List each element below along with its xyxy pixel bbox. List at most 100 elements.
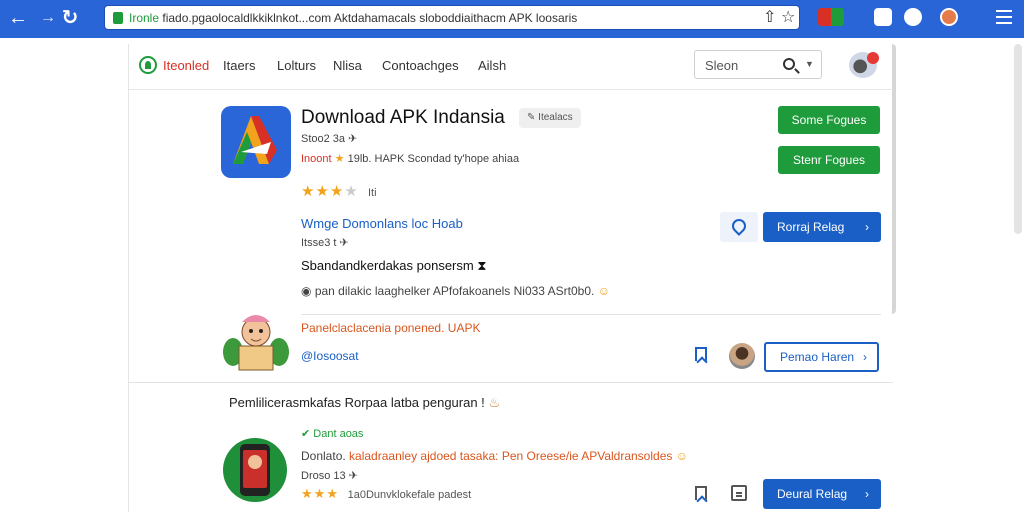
mascot-link[interactable]: @Iosoosat <box>301 349 359 363</box>
section-title[interactable]: Wmge Domonlans loc Hoab <box>301 216 463 231</box>
avatar[interactable] <box>729 343 755 369</box>
second-app-rating: ★★★ 1a0Dunvklokefale padest <box>301 486 471 502</box>
address-bar[interactable]: Ironle fiado.pgaolocaldlkkiklnkot...com … <box>104 5 800 30</box>
url-path: fiado.pgaolocaldlkkiklnkot...com <box>162 11 332 25</box>
browser-toolbar: ← → ↻ Ironle fiado.pgaolocaldlkkiklnkot.… <box>0 0 1024 38</box>
user-avatar[interactable] <box>849 52 879 78</box>
second-app-label-text: Dant aoas <box>313 428 364 440</box>
comment-line: Pemlilicerasmkafas Rorpaa latba penguran… <box>229 395 500 411</box>
rating-text: Iti <box>367 187 377 199</box>
back-arrow-icon[interactable]: ← <box>6 6 30 30</box>
location-icon <box>729 216 749 236</box>
brand-logo-icon <box>139 56 157 74</box>
hourglass-icon: ⧗ <box>477 258 487 273</box>
search-icon[interactable] <box>783 58 795 70</box>
second-app-meta: Droso 13 ✈ <box>301 469 358 482</box>
bookmark-icon[interactable] <box>695 486 707 500</box>
deural-button[interactable]: Deural Relag › <box>763 479 881 509</box>
developer-label[interactable]: Inoont <box>301 153 332 165</box>
star-icon: ★ <box>329 183 345 200</box>
site-header: Iteonled Itaers Lolturs Nlisa Contoachge… <box>129 44 893 90</box>
search-input[interactable]: Sleon ▼ <box>694 50 822 79</box>
phone-app-icon <box>223 438 287 502</box>
profile-avatar[interactable] <box>940 8 958 26</box>
mascot-image <box>223 315 289 371</box>
secondary-button[interactable]: Stenr Fogues <box>778 146 880 174</box>
check-icon: ✔ <box>301 428 311 440</box>
star-icon: ★ <box>313 486 327 501</box>
star-icon: ★ <box>334 153 345 165</box>
extension-shield-icon[interactable] <box>874 8 892 26</box>
second-app-desc-orange: kaladraanley ajdoed tasaka: Pen Oreese/i… <box>349 449 673 463</box>
chevron-right-icon: › <box>865 220 869 234</box>
nav-link-5[interactable]: Ailsh <box>478 58 506 73</box>
document-icon[interactable] <box>731 485 747 501</box>
bookmark-star-icon[interactable]: ☆ <box>781 8 795 28</box>
share-icon[interactable]: ⇧ <box>763 8 776 28</box>
app-meta-text: Stoo2 3a <box>301 133 346 145</box>
pin-icon: ✈ <box>339 237 349 249</box>
second-rating-text: 1a0Dunvklokefale padest <box>347 489 472 501</box>
report-button[interactable]: Rorraj Relag › <box>763 212 881 242</box>
star-icon: ★ <box>315 183 330 200</box>
nav-link-1[interactable]: Itaers <box>223 58 256 73</box>
tag-label: Itealacs <box>538 112 573 123</box>
second-app-desc-prefix: Donlato. <box>301 449 346 463</box>
reload-icon[interactable]: ↻ <box>58 6 82 30</box>
nav-link-3[interactable]: Nlisa <box>333 58 362 73</box>
smile-icon: ☺ <box>675 449 688 463</box>
star-icon: ★ <box>301 183 316 200</box>
pin-button[interactable] <box>720 212 758 242</box>
page-content: Iteonled Itaers Lolturs Nlisa Contoachge… <box>128 44 893 512</box>
primary-button[interactable]: Some Fogues <box>778 106 880 134</box>
nav-link-4[interactable]: Contoachges <box>382 58 459 73</box>
app-rating: ★★★★ Iti <box>301 182 377 200</box>
deural-button-label: Deural Relag <box>777 487 848 501</box>
report-button-label: Rorraj Relag <box>777 220 845 234</box>
bookmark-icon[interactable] <box>695 347 707 361</box>
pin-icon: ✈ <box>348 470 358 482</box>
second-app-meta-text: Droso 13 <box>301 470 346 482</box>
section-subtitle: Sbandandkerdakas ponsersm ⧗ <box>301 258 487 274</box>
info-icon: ◉ <box>301 284 312 298</box>
section-meta-text: Itsse3 t <box>301 237 337 249</box>
star-icon: ★ <box>301 486 314 501</box>
pin-icon: ✈ <box>348 133 358 145</box>
second-app-desc: Donlato. kaladraanley ajdoed tasaka: Pen… <box>301 449 688 463</box>
pemao-button-label: Pemao Haren <box>780 350 855 364</box>
section-desc: ◉ pan dilakic laaghelker APfofakoanels N… <box>301 284 610 298</box>
app-title: Download APK Indansia <box>301 107 505 128</box>
lock-icon <box>113 12 123 24</box>
nav-link-2[interactable]: Lolturs <box>277 58 316 73</box>
tag-badge[interactable]: ✎ Itealacs <box>519 108 581 128</box>
developer-rest: 19lb. HAPK Scondad ty'hope ahiaa <box>347 153 520 165</box>
chevron-down-icon[interactable]: ▼ <box>805 59 814 69</box>
url-text[interactable]: Ironle fiado.pgaolocaldlkkiklnkot...com … <box>129 11 577 25</box>
extension-icon[interactable] <box>818 8 844 26</box>
hand-icon: ♨ <box>488 395 501 410</box>
divider <box>129 382 893 383</box>
site-brand[interactable]: Iteonled <box>139 56 209 74</box>
chevron-right-icon: › <box>863 350 867 364</box>
url-domain: Ironle <box>129 11 160 25</box>
star-half-icon: ★ <box>344 183 359 200</box>
pemao-button[interactable]: Pemao Haren › <box>764 342 879 372</box>
section-subtitle-text: Sbandandkerdakas ponsersm <box>301 258 474 273</box>
app-meta: Stoo2 3a ✈ <box>301 132 357 145</box>
extension-circle-icon[interactable] <box>904 8 922 26</box>
divider <box>301 314 881 315</box>
mascot-line: Panelclaclacenia ponened. UAPK <box>301 321 481 335</box>
comment-text: Pemlilicerasmkafas Rorpaa latba penguran… <box>229 395 485 410</box>
brand-name: Iteonled <box>163 57 210 73</box>
window-scrollbar[interactable] <box>1014 44 1022 234</box>
forward-arrow-icon[interactable]: → <box>36 6 60 30</box>
app-icon <box>221 106 291 178</box>
section-meta: Itsse3 t ✈ <box>301 236 349 249</box>
menu-icon[interactable] <box>996 10 1012 28</box>
search-placeholder: Sleon <box>705 58 739 73</box>
developer-line: Inoont ★ 19lb. HAPK Scondad ty'hope ahia… <box>301 152 519 165</box>
star-icon: ★ <box>326 486 339 501</box>
smile-icon: ☺ <box>597 284 610 298</box>
section-desc-text: pan dilakic laaghelker APfofakoanels Ni0… <box>314 284 595 298</box>
chevron-right-icon: › <box>865 487 869 501</box>
